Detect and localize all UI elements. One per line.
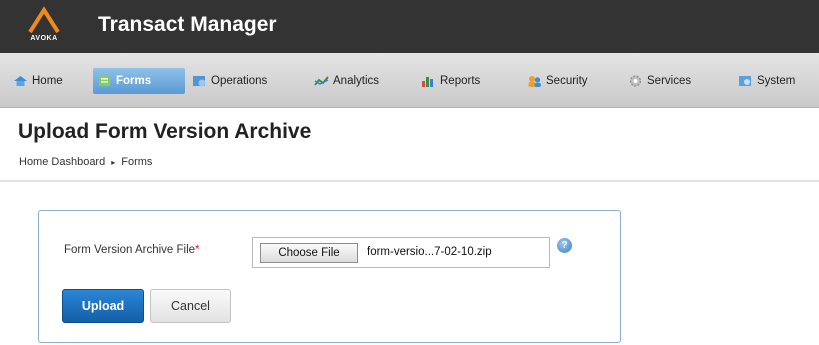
help-icon[interactable]: ?	[557, 238, 572, 253]
archive-file-input[interactable]: Choose File form-versio...7-02-10.zip	[252, 237, 550, 268]
app-title: Transact Manager	[98, 13, 277, 36]
home-icon	[13, 75, 28, 87]
forms-icon	[97, 75, 112, 87]
avoka-logo[interactable]: AVOKA	[26, 6, 62, 46]
operations-icon	[192, 75, 207, 87]
nav-label-analytics: Analytics	[333, 75, 380, 87]
system-icon	[738, 75, 753, 87]
breadcrumb-home-dashboard[interactable]: Home Dashboard	[19, 156, 105, 168]
app-header: AVOKA Transact Manager	[0, 0, 819, 53]
nav-label-forms: Forms	[116, 75, 152, 87]
nav-item-system[interactable]: System	[738, 68, 795, 94]
reports-icon	[421, 75, 436, 87]
nav-item-reports[interactable]: Reports	[421, 68, 480, 94]
cancel-button[interactable]: Cancel	[150, 289, 231, 323]
selected-file-name: form-versio...7-02-10.zip	[367, 246, 492, 258]
breadcrumb-separator: ▸	[111, 157, 116, 167]
security-icon	[527, 75, 542, 87]
logo-text: AVOKA	[30, 35, 58, 42]
nav-label-security: Security	[546, 75, 588, 87]
archive-file-label: Form Version Archive File*	[64, 244, 200, 256]
choose-file-button[interactable]: Choose File	[260, 243, 358, 263]
main-nav: Home Forms Operations Analytics Reports …	[0, 53, 819, 108]
upload-button[interactable]: Upload	[62, 289, 144, 323]
nav-item-forms[interactable]: Forms	[93, 68, 185, 94]
nav-label-reports: Reports	[440, 75, 481, 87]
nav-label-services: Services	[647, 75, 692, 87]
page-title: Upload Form Version Archive	[18, 120, 312, 143]
nav-label-home: Home	[32, 75, 63, 87]
nav-item-services[interactable]: Services	[628, 68, 691, 94]
nav-label-operations: Operations	[211, 75, 268, 87]
nav-item-security[interactable]: Security	[527, 68, 588, 94]
services-icon	[628, 75, 643, 87]
nav-item-analytics[interactable]: Analytics	[314, 68, 379, 94]
archive-file-label-text: Form Version Archive File	[64, 244, 196, 256]
upload-form-panel: Form Version Archive File* Choose File f…	[38, 210, 621, 343]
required-marker: *	[195, 244, 200, 256]
nav-item-home[interactable]: Home	[13, 68, 63, 94]
nav-label-system: System	[757, 75, 796, 87]
breadcrumb: Home Dashboard ▸ Forms	[19, 156, 152, 168]
breadcrumb-forms[interactable]: Forms	[121, 156, 152, 168]
analytics-icon	[314, 75, 329, 87]
nav-item-operations[interactable]: Operations	[192, 68, 267, 94]
title-divider	[0, 180, 819, 182]
